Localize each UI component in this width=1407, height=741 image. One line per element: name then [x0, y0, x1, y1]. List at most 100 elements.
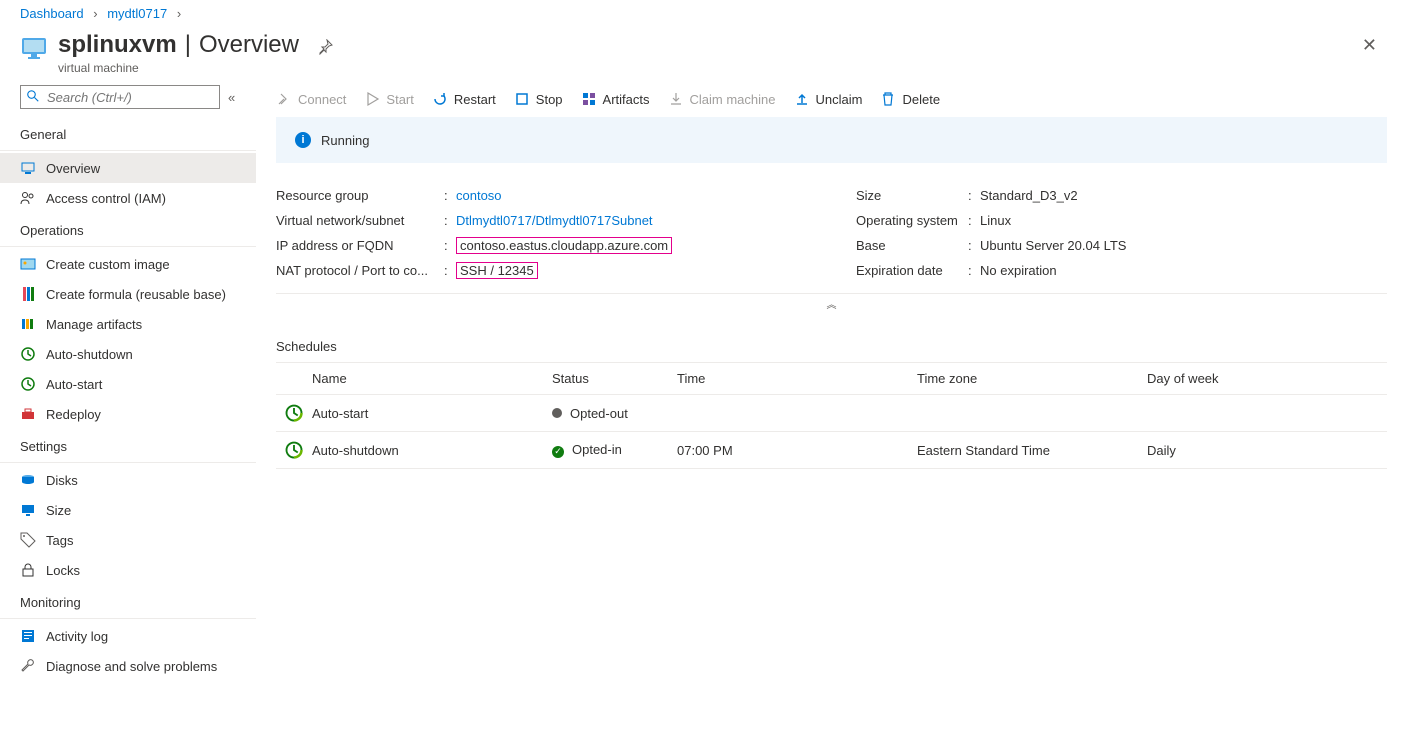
sidebar-item-label: Create custom image [46, 257, 170, 272]
sidebar-item-label: Activity log [46, 629, 108, 644]
overview-icon [20, 160, 36, 176]
schedules-table: Name Status Time Time zone Day of week A… [276, 362, 1387, 469]
play-icon [364, 91, 380, 107]
sidebar-item-diagnose[interactable]: Diagnose and solve problems [0, 651, 256, 681]
resource-type: virtual machine [58, 61, 299, 75]
size-value: Standard_D3_v2 [980, 188, 1387, 203]
sidebar-item-activity[interactable]: Activity log [0, 621, 256, 651]
connect-button[interactable]: Connect [276, 91, 346, 107]
fqdn-value[interactable]: contoso.eastus.cloudapp.azure.com [456, 237, 672, 254]
trash-icon [880, 91, 896, 107]
table-row[interactable]: Auto-start Opted-out [276, 395, 1387, 432]
vnet-link[interactable]: Dtlmydtl0717/Dtlmydtl0717Subnet [456, 213, 846, 228]
sidebar-item-iam[interactable]: Access control (IAM) [0, 183, 256, 213]
sidebar-item-label: Auto-shutdown [46, 347, 133, 362]
sidebar-item-artifacts[interactable]: Manage artifacts [0, 309, 256, 339]
sidebar-collapse-icon[interactable]: « [228, 90, 235, 105]
schedule-time: 07:00 PM [677, 443, 917, 458]
chevron-right-icon: › [93, 6, 97, 21]
artifacts-button[interactable]: Artifacts [581, 91, 650, 107]
sidebar-item-formula[interactable]: Create formula (reusable base) [0, 279, 256, 309]
sidebar-item-label: Manage artifacts [46, 317, 142, 332]
start-button[interactable]: Start [364, 91, 413, 107]
page-title-row: splinuxvm | Overview virtual machine ✕ [0, 25, 1407, 85]
sidebar-item-custom-image[interactable]: Create custom image [0, 249, 256, 279]
artifacts-icon [581, 91, 597, 107]
page-title: splinuxvm | Overview [58, 31, 299, 59]
schedule-dow: Daily [1147, 443, 1387, 458]
search-input[interactable] [20, 85, 220, 109]
close-icon[interactable]: ✕ [1362, 35, 1377, 56]
status-dot-green-icon: ✓ [552, 446, 564, 458]
sidebar-item-redeploy[interactable]: Redeploy [0, 399, 256, 429]
prop-label-vnet: Virtual network/subnet [276, 213, 444, 228]
col-dow: Day of week [1147, 371, 1387, 386]
sidebar-item-label: Redeploy [46, 407, 101, 422]
schedule-name: Auto-shutdown [312, 443, 552, 458]
sidebar-item-disks[interactable]: Disks [0, 465, 256, 495]
nav-header-general: General [0, 117, 256, 151]
sidebar-item-tags[interactable]: Tags [0, 525, 256, 555]
clock-icon [20, 346, 36, 362]
sidebar-item-label: Access control (IAM) [46, 191, 166, 206]
prop-label-size: Size [856, 188, 968, 203]
search-field[interactable] [45, 89, 213, 106]
sidebar-item-label: Disks [46, 473, 78, 488]
breadcrumb-lab[interactable]: mydtl0717 [107, 6, 167, 21]
sidebar: « General Overview Access control (IAM) … [0, 85, 256, 681]
prop-label-rg: Resource group [276, 188, 444, 203]
nav-header-monitoring: Monitoring [0, 585, 256, 619]
chevron-right-icon: › [177, 6, 181, 21]
blade-name: Overview [199, 31, 299, 59]
sidebar-item-label: Size [46, 503, 71, 518]
restart-button[interactable]: Restart [432, 91, 496, 107]
sidebar-item-label: Overview [46, 161, 100, 176]
nat-port-value[interactable]: SSH / 12345 [456, 262, 538, 279]
collapse-properties-icon[interactable]: ︽ [276, 293, 1387, 311]
schedule-name: Auto-start [312, 406, 552, 421]
stop-button[interactable]: Stop [514, 91, 563, 107]
sidebar-item-auto-start[interactable]: Auto-start [0, 369, 256, 399]
resource-group-link[interactable]: contoso [456, 188, 846, 203]
connect-icon [276, 91, 292, 107]
properties-grid: Resource group : contoso Virtual network… [256, 163, 1407, 317]
nav-header-operations: Operations [0, 213, 256, 247]
col-name: Name [312, 371, 552, 386]
command-bar: Connect Start Restart Stop Artifacts Cla… [256, 85, 1407, 117]
delete-button[interactable]: Delete [880, 91, 940, 107]
search-icon [27, 90, 39, 105]
monitor-icon [20, 502, 36, 518]
artifacts-icon [20, 316, 36, 332]
table-row[interactable]: Auto-shutdown ✓Opted-in 07:00 PM Eastern… [276, 432, 1387, 469]
sidebar-item-auto-shutdown[interactable]: Auto-shutdown [0, 339, 256, 369]
sidebar-item-overview[interactable]: Overview [0, 153, 256, 183]
clock-icon [276, 403, 312, 423]
breadcrumb-dashboard[interactable]: Dashboard [20, 6, 84, 21]
sidebar-item-label: Locks [46, 563, 80, 578]
sidebar-item-size[interactable]: Size [0, 495, 256, 525]
sidebar-item-locks[interactable]: Locks [0, 555, 256, 585]
prop-label-exp: Expiration date [856, 263, 968, 278]
sidebar-item-label: Auto-start [46, 377, 102, 392]
prop-label-ip: IP address or FQDN [276, 238, 444, 253]
restart-icon [432, 91, 448, 107]
col-time: Time [677, 371, 917, 386]
people-icon [20, 190, 36, 206]
unclaim-button[interactable]: Unclaim [794, 91, 863, 107]
sidebar-item-label: Tags [46, 533, 73, 548]
clock-icon [276, 440, 312, 460]
status-dot-gray-icon [552, 408, 562, 418]
resource-name: splinuxvm [58, 31, 177, 59]
download-icon [668, 91, 684, 107]
status-text: Running [321, 133, 369, 148]
claim-button[interactable]: Claim machine [668, 91, 776, 107]
breadcrumb: Dashboard › mydtl0717 › [0, 0, 1407, 25]
pin-icon[interactable] [317, 39, 333, 58]
prop-label-nat: NAT protocol / Port to co... [276, 263, 444, 278]
schedules-heading: Schedules [256, 317, 1407, 362]
sidebar-item-label: Diagnose and solve problems [46, 659, 217, 674]
status-banner: i Running [276, 117, 1387, 163]
info-icon: i [295, 132, 311, 148]
nav-header-settings: Settings [0, 429, 256, 463]
clock-icon [20, 376, 36, 392]
